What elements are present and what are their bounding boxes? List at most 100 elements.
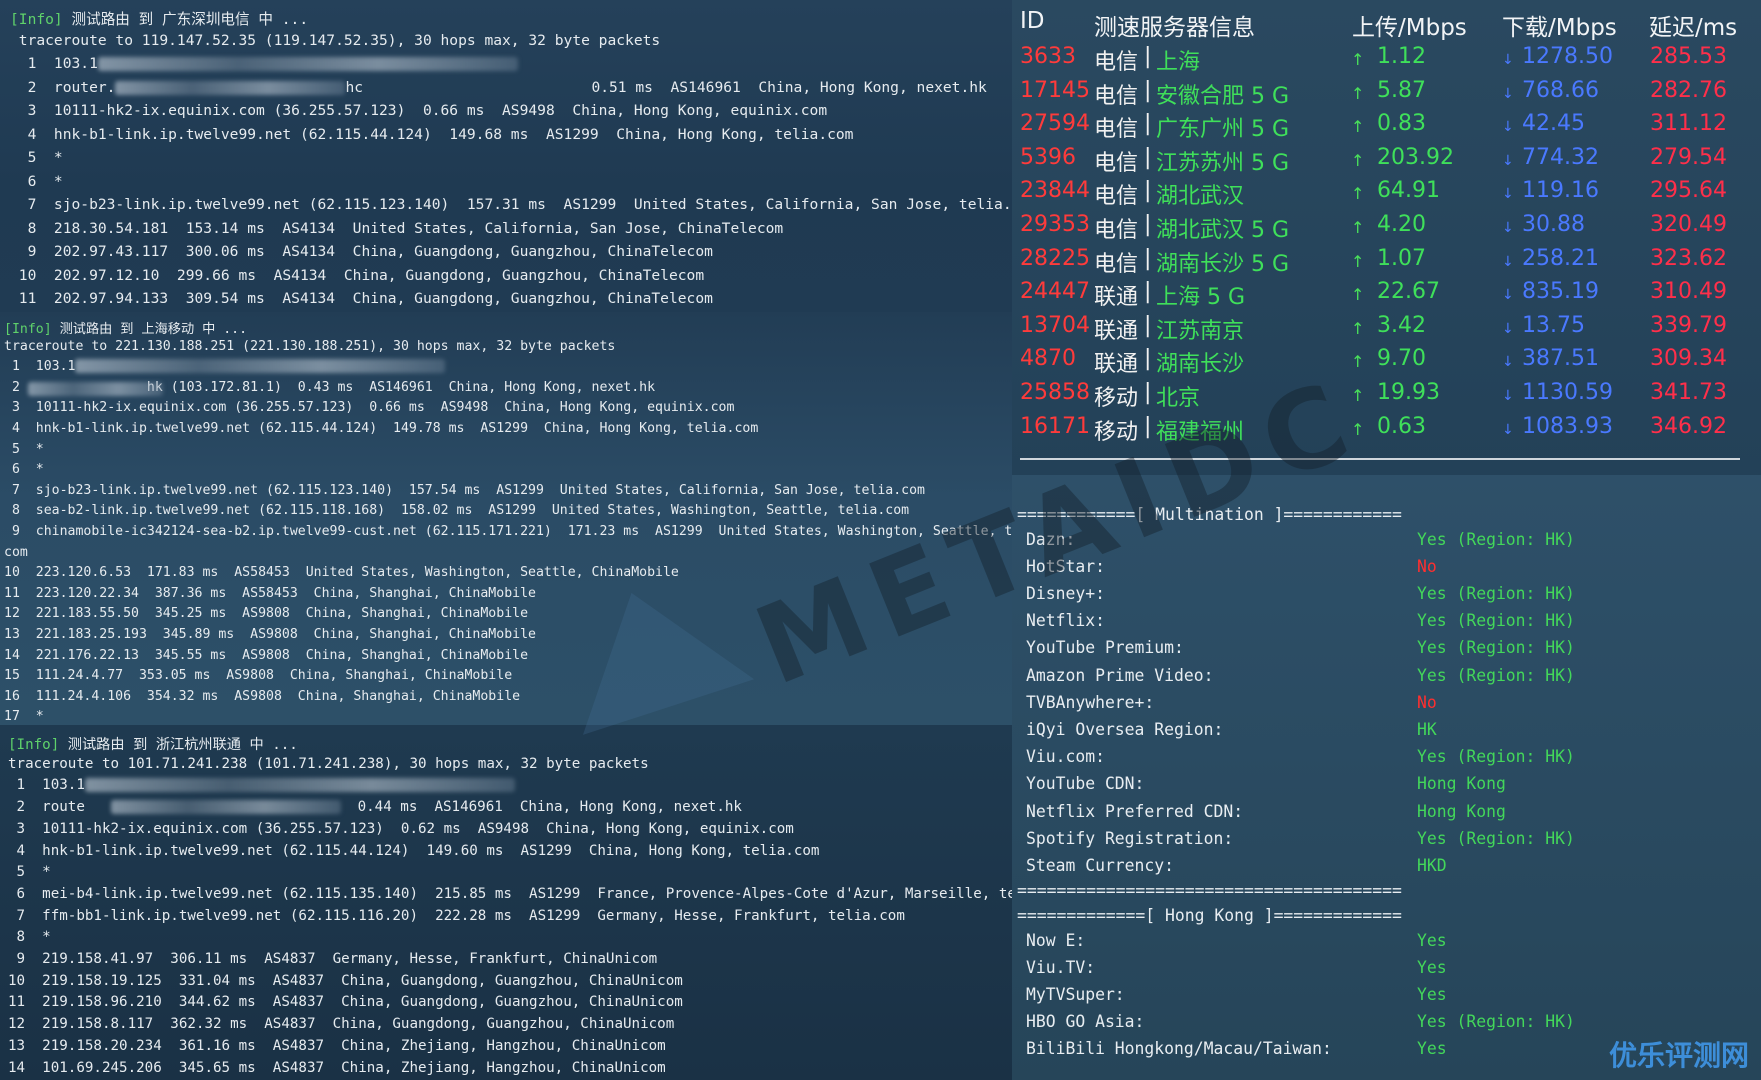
media-service-label: Netflix: (1026, 611, 1105, 631)
server-id: 29353 (1020, 212, 1090, 237)
speedtest-row: 24447 联通 | 上海 5 G ↑ 22.67 ↓ 835.19 310.49 (1012, 279, 1761, 312)
download-arrow-icon: ↓ (1502, 287, 1514, 304)
trace-line: traceroute to 119.147.52.35 (119.147.52.… (10, 32, 660, 49)
trace-text: 6 mei-b4-link.ip.twelve99.net (62.115.13… (8, 885, 1012, 902)
trace-text: 9 202.97.43.117 300.06 ms AS4134 China, … (10, 243, 713, 260)
separator: | (1144, 111, 1152, 137)
trace-line: 5 * (10, 149, 63, 166)
download-arrow-icon: ↓ (1502, 152, 1514, 169)
trace-line: [Info] 测试路由 到 浙江杭州联通 中 ... (8, 734, 298, 754)
server-location: 江苏苏州 5 G (1156, 150, 1290, 176)
trace-text: 8 218.30.54.181 153.14 ms AS4134 United … (10, 219, 784, 237)
trace-text: 13 219.158.20.234 361.16 ms AS4837 China… (8, 1037, 666, 1054)
redacted-blur (84, 778, 515, 793)
speedtest-row: 29353 电信 | 湖北武汉 5 G ↑ 4.20 ↓ 30.88 320.49 (1012, 212, 1761, 245)
media-service-status: Yes (1417, 985, 1447, 1004)
trace-text: 5 * (10, 149, 63, 166)
trace-text: 8 sea-b2-link.ip.twelve99.net (62.115.11… (4, 503, 910, 519)
separator: | (1144, 245, 1152, 271)
header-server: 测速服务器信息 (1094, 15, 1255, 41)
server-id: 3633 (1020, 44, 1076, 69)
media-service-status: Yes (1417, 1039, 1447, 1059)
trace-text: 4 hnk-b1-link.ip.twelve99.net (62.115.44… (10, 125, 854, 143)
upload-value: 5.87 (1377, 77, 1426, 103)
trace-line: 10 202.97.12.10 299.66 ms AS4134 China, … (10, 267, 704, 284)
redacted-blur (115, 80, 346, 95)
media-service-status: Yes (Region: HK) (1417, 747, 1575, 767)
section-header-hongkong: =============[ Hong Kong ]============= (1017, 906, 1402, 925)
latency-value: 285.53 (1650, 44, 1727, 69)
upload-value: 0.63 (1377, 413, 1426, 439)
trace-text: 9 219.158.41.97 306.11 ms AS4837 Germany… (8, 951, 658, 967)
header-upload: 上传/Mbps (1352, 15, 1467, 41)
trace-text: 6 * (4, 462, 44, 478)
traceroute-pane-shenzhen-telecom: [Info] 测试路由 到 广东深圳电信 中 ... traceroute to… (0, 0, 1012, 312)
trace-text: 测试路由 到 广东深圳电信 中 ... (62, 11, 309, 28)
trace-text: 11 219.158.96.210 344.62 ms AS4837 China… (8, 994, 683, 1011)
trace-text: traceroute to 119.147.52.35 (119.147.52.… (10, 31, 661, 49)
trace-line: 9 chinamobile-ic342124-sea-b2.ip.twelve9… (4, 524, 1012, 539)
server-location: 上海 5 G (1156, 285, 1246, 311)
upload-value: 22.67 (1377, 279, 1440, 305)
speedtest-row: 17145 电信 | 安徽合肥 5 G ↑ 5.87 ↓ 768.66 282.76 (1012, 78, 1761, 111)
isp-name: 电信 (1094, 50, 1139, 75)
trace-line: 4 hnk-b1-link.ip.twelve99.net (62.115.44… (10, 125, 854, 143)
upload-arrow-icon: ↑ (1351, 117, 1365, 137)
media-service-status: Yes (1417, 957, 1447, 977)
trace-line: 7 ffm-bb1-link.ip.twelve99.net (62.115.1… (8, 908, 905, 924)
download-arrow-icon: ↓ (1502, 354, 1514, 371)
download-arrow-icon: ↓ (1502, 253, 1514, 270)
trace-text: 4 hnk-b1-link.ip.twelve99.net (62.115.44… (4, 421, 759, 436)
trace-line: 15 111.24.4.77 353.05 ms AS9808 China, S… (4, 668, 512, 683)
server-location: 湖南长沙 (1156, 352, 1245, 378)
trace-text: 13 221.183.25.193 345.89 ms AS9808 China… (4, 627, 536, 642)
brand-logo: 优乐评测网 (1608, 1039, 1749, 1072)
media-service-label: BiliBili Hongkong/Macau/Taiwan: (1026, 1039, 1332, 1059)
trace-text: 12 219.158.8.117 362.32 ms AS4837 China,… (8, 1016, 675, 1033)
server-location: 上海 (1156, 50, 1201, 75)
upload-arrow-icon: ↑ (1351, 318, 1365, 338)
media-service-label: Amazon Prime Video: (1026, 665, 1214, 685)
media-service-label: TVBAnywhere+: (1026, 692, 1155, 712)
trace-line: 16 111.24.4.106 354.32 ms AS9808 China, … (4, 689, 520, 704)
upload-value: 1.12 (1377, 44, 1426, 69)
separator: | (1144, 144, 1152, 170)
download-value: 768.66 (1522, 77, 1599, 103)
separator: | (1144, 77, 1152, 103)
isp-name: 联通 (1094, 285, 1139, 311)
download-value: 835.19 (1522, 279, 1599, 305)
server-id: 5396 (1020, 144, 1076, 170)
media-service-label: Steam Currency: (1026, 856, 1175, 875)
download-value: 387.51 (1522, 346, 1599, 372)
header-download: 下载/Mbps (1502, 15, 1617, 41)
trace-line: traceroute to 101.71.241.238 (101.71.241… (8, 756, 649, 772)
speedtest-row: 28225 电信 | 湖南长沙 5 G ↑ 1.07 ↓ 258.21 323.62 (1012, 246, 1761, 279)
media-service-status: Hong Kong (1417, 801, 1506, 821)
media-service-label: Viu.TV: (1026, 957, 1096, 977)
latency-value: 295.64 (1650, 178, 1727, 204)
server-location: 湖北武汉 (1156, 184, 1245, 210)
server-id: 28225 (1020, 245, 1090, 271)
redacted-blur (97, 57, 518, 71)
trace-text: 8 * (8, 929, 51, 946)
trace-text: 1 103.1 (4, 359, 76, 375)
latency-value: 341.73 (1650, 380, 1727, 405)
trace-text: hc 0.51 ms AS146961 China, Hong Kong, ne… (345, 78, 987, 96)
trace-line: 8 sea-b2-link.ip.twelve99.net (62.115.11… (4, 503, 909, 518)
trace-text: 3 10111-hk2-ix.equinix.com (36.255.57.12… (4, 400, 735, 416)
server-id: 25858 (1020, 380, 1090, 405)
download-value: 1130.59 (1522, 380, 1613, 405)
trace-text: 6 * (10, 172, 63, 190)
trace-line: 14 101.69.245.206 345.65 ms AS4837 China… (8, 1060, 666, 1076)
media-service-status: Yes (Region: HK) (1417, 638, 1575, 658)
isp-name: 电信 (1094, 150, 1139, 176)
trace-line: 11 223.120.22.34 387.36 ms AS58453 China… (4, 586, 536, 601)
redacted-blur (28, 381, 163, 396)
latency-value: 320.49 (1650, 212, 1727, 237)
trace-text: traceroute to 101.71.241.238 (101.71.241… (8, 755, 649, 772)
upload-value: 4.20 (1377, 212, 1426, 237)
server-id: 4870 (1020, 346, 1076, 372)
isp-name: 联通 (1094, 318, 1139, 344)
trace-line: 10 223.120.6.53 171.83 ms AS58453 United… (4, 565, 679, 580)
trace-line: 5 * (4, 442, 44, 457)
